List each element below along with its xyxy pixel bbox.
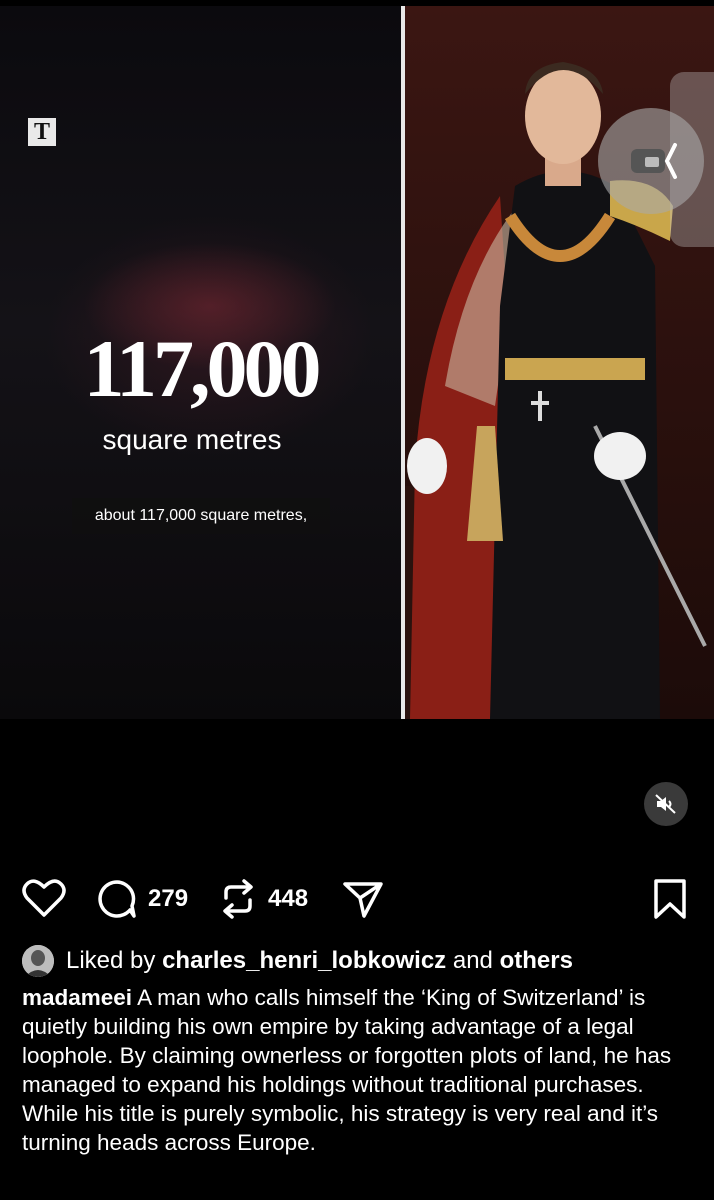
avatar-image <box>22 945 54 977</box>
caption-text: A man who calls himself the ‘King of Swi… <box>22 985 672 1155</box>
comment-button[interactable]: 279 <box>96 878 188 920</box>
caption-username[interactable]: madameei <box>22 985 132 1010</box>
share-button[interactable] <box>342 878 384 920</box>
liked-by-prefix: Liked by <box>66 947 156 974</box>
headline-unit: square metres <box>102 424 282 455</box>
paper-plane-icon <box>343 882 383 918</box>
repost-button[interactable]: 448 <box>218 878 308 920</box>
publisher-logo: T <box>28 118 56 146</box>
liker-username[interactable]: charles_henri_lobkowicz <box>162 947 446 974</box>
video-left-panel: T 117,000 square metres about 117,000 sq… <box>0 6 401 719</box>
bookmark-icon <box>654 879 686 919</box>
video-subtitle: about 117,000 square metres, <box>72 498 330 534</box>
post-caption: madameei A man who calls himself the ‘Ki… <box>22 983 704 1157</box>
like-button[interactable] <box>22 878 66 918</box>
repost-icon <box>223 879 253 919</box>
headline-number: 117,000 <box>83 323 322 414</box>
comment-icon <box>98 880 136 918</box>
post-media[interactable]: T 117,000 square metres about 117,000 sq… <box>0 0 714 855</box>
heart-icon <box>22 879 66 917</box>
picture-in-picture-icon <box>631 143 677 179</box>
speaker-muted-icon <box>655 794 676 814</box>
save-button[interactable] <box>652 878 688 920</box>
liked-by-row: Liked by charles_henri_lobkowicz and oth… <box>22 944 702 978</box>
comment-count: 279 <box>148 885 189 912</box>
post-actions-bar: 279 448 <box>0 870 714 928</box>
liker-avatar[interactable] <box>22 945 54 977</box>
repost-count: 448 <box>268 885 309 912</box>
picture-in-picture-button[interactable] <box>598 108 704 214</box>
mute-button[interactable] <box>644 782 688 826</box>
liked-by-and: and <box>452 947 493 974</box>
liked-by-others[interactable]: others <box>500 947 573 974</box>
